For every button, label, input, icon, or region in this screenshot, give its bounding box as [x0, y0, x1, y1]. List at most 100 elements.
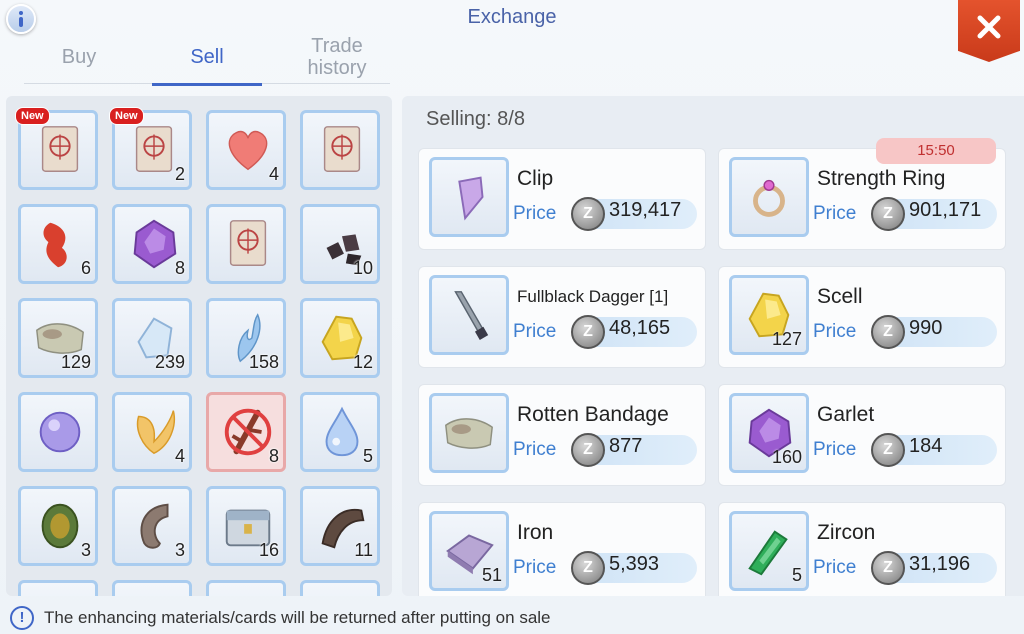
sale-item-card[interactable]: Rotten Bandage Price Z 877: [418, 384, 706, 486]
close-button[interactable]: [958, 0, 1020, 62]
sale-item-name: Fullblack Dagger [1]: [517, 287, 669, 306]
inventory-slot[interactable]: 239: [112, 298, 192, 378]
sale-item-price: 901,171: [909, 199, 982, 221]
item-count: 3: [80, 540, 91, 560]
item-count: 12: [352, 352, 373, 372]
zeny-coin-icon: Z: [871, 551, 905, 585]
new-badge: New: [15, 107, 50, 125]
inventory-slot[interactable]: [300, 580, 380, 596]
item-count: 127: [771, 329, 802, 349]
sale-item-card[interactable]: 160 Garlet Price Z 184: [718, 384, 1006, 486]
inventory-slot[interactable]: 158: [206, 298, 286, 378]
sale-timer: 15:50: [876, 138, 996, 164]
sale-item-card[interactable]: Clip Price Z 319,417: [418, 148, 706, 250]
item-count: 51: [481, 565, 502, 585]
item-count: 11: [354, 540, 373, 560]
sale-item-name: Strength Ring: [817, 167, 946, 190]
inventory-slot[interactable]: 6: [18, 204, 98, 284]
inventory-slot[interactable]: [18, 392, 98, 472]
inventory-slot[interactable]: 4: [206, 110, 286, 190]
inventory-panel[interactable]: New New 2 4 6 8 10 129 239 158 12 4 8 5 3 3 16 11: [6, 96, 392, 596]
sale-item-card[interactable]: 51 Iron Price Z 5,393: [418, 502, 706, 596]
sale-item-icon-box: [429, 157, 509, 237]
inventory-slot[interactable]: 3: [112, 486, 192, 566]
tab-bar: Buy Sell Trade history: [24, 30, 392, 86]
price-label: Price: [813, 439, 857, 460]
page-title: Exchange: [467, 6, 557, 28]
inventory-slot[interactable]: 10: [300, 204, 380, 284]
sale-item-icon-box: [729, 157, 809, 237]
inventory-slot[interactable]: 12: [300, 298, 380, 378]
sale-item-name: Clip: [517, 167, 554, 190]
sale-item-card[interactable]: 127 Scell Price Z 990: [718, 266, 1006, 368]
zeny-coin-icon: Z: [871, 315, 905, 349]
sale-item-name: Zircon: [817, 521, 876, 544]
item-count: 239: [154, 352, 185, 372]
sale-item-name: Scell: [817, 285, 863, 308]
item-count: 5: [362, 446, 373, 466]
item-count: 4: [268, 164, 279, 184]
sale-item-name: Rotten Bandage: [517, 403, 669, 426]
price-label: Price: [513, 439, 557, 460]
sale-item-icon-box: 51: [429, 511, 509, 591]
item-count: 10: [352, 258, 373, 278]
item-count: 129: [60, 352, 91, 372]
inventory-slot[interactable]: [112, 580, 192, 596]
sale-item-price: 877: [609, 435, 643, 457]
inventory-slot[interactable]: New: [15, 107, 98, 190]
item-count: 6: [80, 258, 91, 278]
inventory-slot[interactable]: 5: [300, 392, 380, 472]
sale-item-price: 31,196: [909, 553, 971, 575]
inventory-slot[interactable]: 8: [206, 392, 286, 472]
zeny-coin-icon: Z: [571, 197, 605, 231]
inventory-slot[interactable]: 3: [18, 486, 98, 566]
inventory-slot[interactable]: 11: [300, 486, 380, 566]
price-label: Price: [813, 321, 857, 342]
item-count: 160: [771, 447, 802, 467]
item-count: 8: [174, 258, 185, 278]
sale-item-card[interactable]: Fullblack Dagger [1] Price Z 48,165: [418, 266, 706, 368]
sale-item-icon-box: [429, 275, 509, 355]
sale-item-price: 184: [909, 435, 943, 457]
price-label: Price: [513, 203, 557, 224]
inventory-slot[interactable]: [18, 580, 98, 596]
zeny-coin-icon: Z: [571, 551, 605, 585]
inventory-slot[interactable]: New 2: [109, 107, 192, 190]
sale-item-icon-box: 5: [729, 511, 809, 591]
inventory-slot[interactable]: 16: [206, 486, 286, 566]
zeny-coin-icon: Z: [871, 197, 905, 231]
item-count: 158: [248, 352, 279, 372]
zeny-coin-icon: Z: [871, 433, 905, 467]
item-count: 3: [174, 540, 185, 560]
item-count: 4: [174, 446, 185, 466]
zeny-coin-icon: Z: [571, 315, 605, 349]
tab-buy[interactable]: Buy: [24, 30, 134, 84]
price-label: Price: [513, 321, 557, 342]
new-badge: New: [109, 107, 144, 125]
sale-item-icon-box: [429, 393, 509, 473]
selling-count: Selling: 8/8: [426, 108, 525, 130]
sale-item-card[interactable]: 5 Zircon Price Z 31,196: [718, 502, 1006, 596]
sale-item-price: 5,393: [609, 553, 660, 575]
sale-item-price: 48,165: [609, 317, 671, 339]
item-count: 16: [258, 540, 279, 560]
inventory-slot[interactable]: [206, 204, 286, 284]
inventory-slot[interactable]: [300, 110, 380, 190]
notice-text: The enhancing materials/cards will be re…: [44, 608, 551, 627]
tab-trade-history[interactable]: Trade history: [282, 30, 392, 84]
sale-item-name: Garlet: [817, 403, 875, 426]
inventory-slot[interactable]: [206, 580, 286, 596]
footer-notice: ! The enhancing materials/cards will be …: [10, 606, 551, 630]
close-x-icon: [977, 15, 1001, 39]
selling-panel[interactable]: Selling: 8/8 Clip Price Z 319,417 Streng…: [402, 96, 1024, 596]
inventory-slot[interactable]: 129: [18, 298, 98, 378]
item-count: 5: [791, 565, 802, 585]
item-count: 8: [268, 446, 279, 466]
sale-item-price: 319,417: [609, 199, 682, 221]
inventory-slot[interactable]: 4: [112, 392, 192, 472]
notice-icon: !: [10, 606, 34, 630]
tab-sell[interactable]: Sell: [152, 30, 262, 86]
price-label: Price: [513, 557, 557, 578]
item-count: 2: [174, 164, 185, 184]
inventory-slot[interactable]: 8: [112, 204, 192, 284]
